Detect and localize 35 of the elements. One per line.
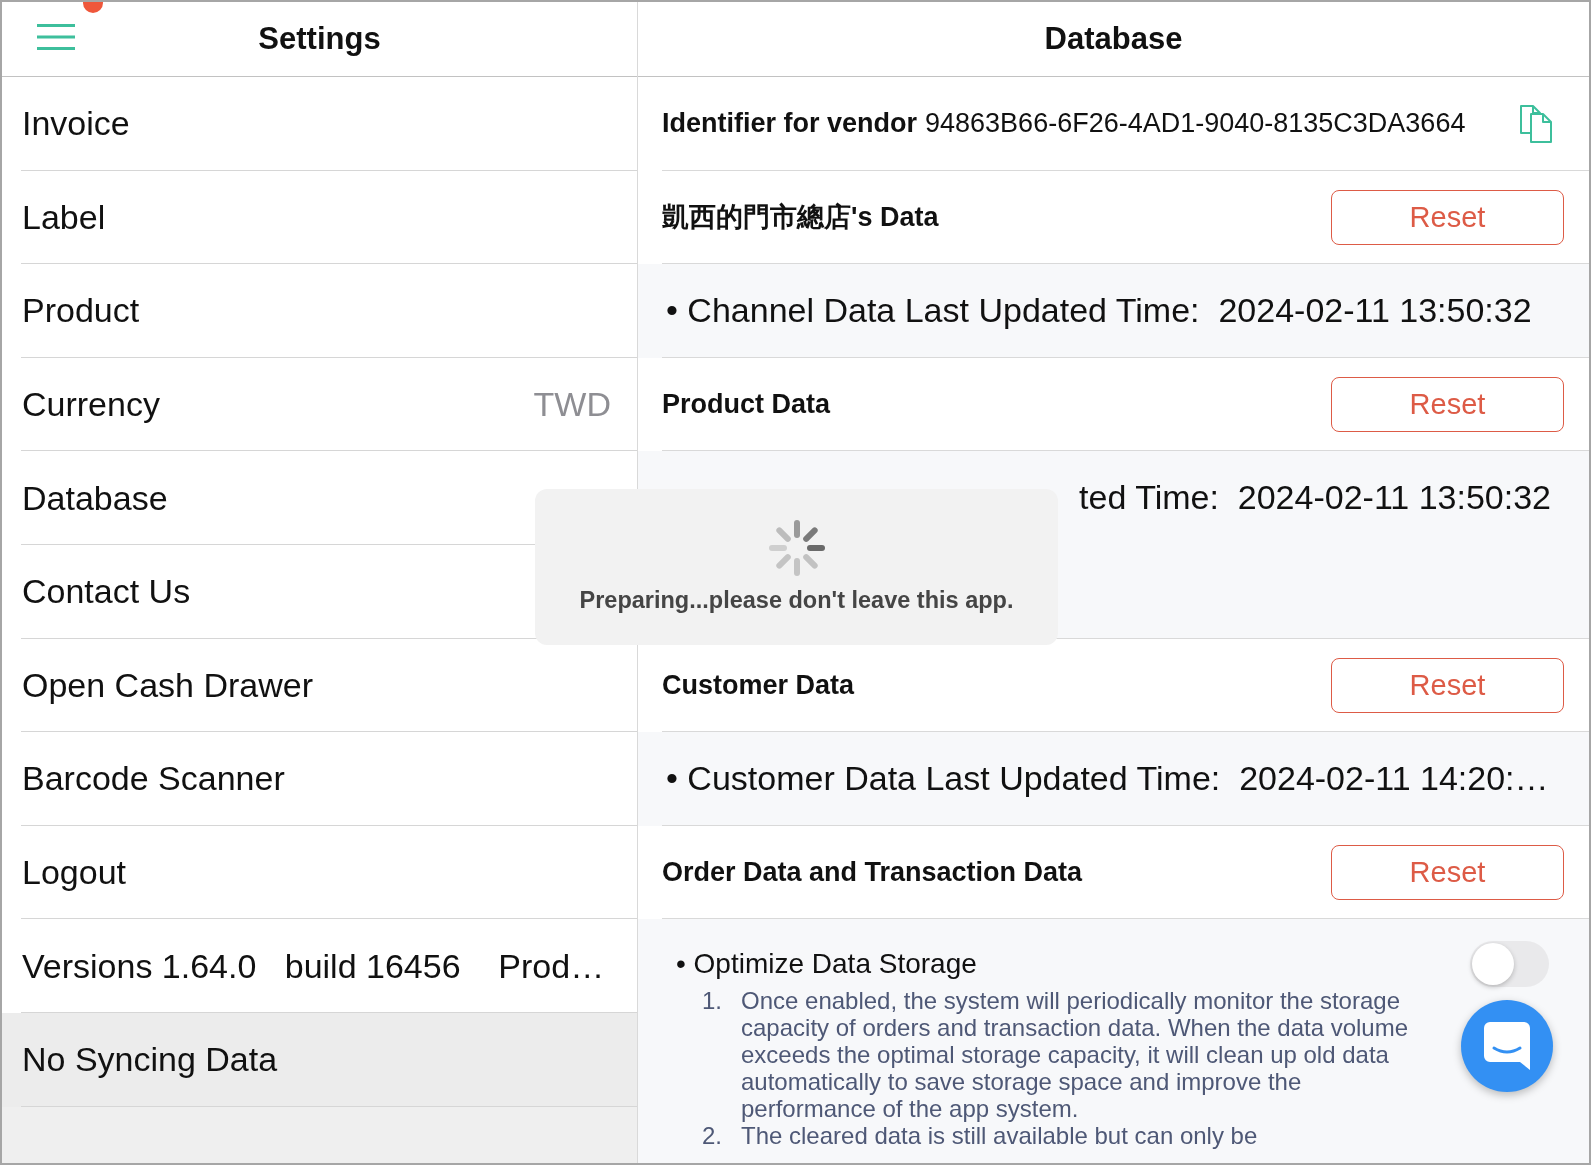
reset-button[interactable]: Reset — [1331, 845, 1564, 901]
copy-icon[interactable] — [1519, 104, 1553, 143]
sidebar-item[interactable]: Currency TWD — [2, 357, 637, 452]
identifier-value: 94863B66-6F26-4AD1-9040-8135C3DA3664 — [925, 108, 1466, 140]
section-title: Customer Data — [662, 669, 855, 701]
chat-bubble-icon — [1484, 1022, 1530, 1070]
note-text: Once enabled, the system will periodically monitor the storage capacity of orders and transaction data. When the data volume exceeds the optimal storage capacity, it will clean up old data automatically to save storage space and improve the performance of the app system. — [741, 987, 1410, 1123]
menu-icon[interactable] — [37, 24, 75, 50]
settings-title: Settings — [258, 21, 381, 57]
sidebar-item[interactable]: Invoice — [2, 77, 637, 171]
last-updated-text: • Customer Data Last Updated Time: 2024-02-11 14:20:… — [666, 759, 1549, 799]
note-text: The cleared data is still available but can only be — [741, 1122, 1259, 1150]
reset-button[interactable]: Reset — [1331, 377, 1564, 433]
section-title: Order Data and Transaction Data — [662, 857, 1083, 889]
sidebar-item[interactable]: Label — [2, 170, 637, 265]
sidebar-item[interactable]: Product — [2, 264, 637, 358]
last-updated-text: ted Time: 2024-02-11 13:50:32 — [1079, 477, 1551, 519]
sidebar-item[interactable]: Logout — [2, 825, 637, 920]
storage-title: • Optimize Data Storage — [676, 948, 977, 981]
section-title: 凱西的門市總店's Data — [662, 201, 939, 235]
reset-button[interactable]: Reset — [1331, 189, 1564, 245]
spinner-icon — [768, 520, 825, 576]
item-value: TWD — [533, 385, 611, 425]
reset-button[interactable]: Reset — [1331, 657, 1564, 713]
identifier-label: Identifier for vendor — [662, 108, 918, 140]
note-number: 1. — [702, 987, 723, 1017]
sidebar-item[interactable]: Barcode Scanner — [2, 732, 637, 826]
sidebar-item[interactable]: Database — [2, 451, 637, 545]
toggle-switch[interactable] — [1470, 941, 1549, 988]
sidebar-item[interactable]: Open Cash Drawer — [2, 638, 637, 733]
last-updated-text: • Channel Data Last Updated Time: 2024-02-11 13:50:32 — [666, 291, 1532, 331]
database-title: Database — [1044, 21, 1183, 57]
sidebar-item[interactable]: Versions 1.64.0 build 16456 Prod… — [2, 919, 637, 1013]
section-title: Product Data — [662, 389, 831, 421]
note-number: 2. — [702, 1122, 723, 1150]
